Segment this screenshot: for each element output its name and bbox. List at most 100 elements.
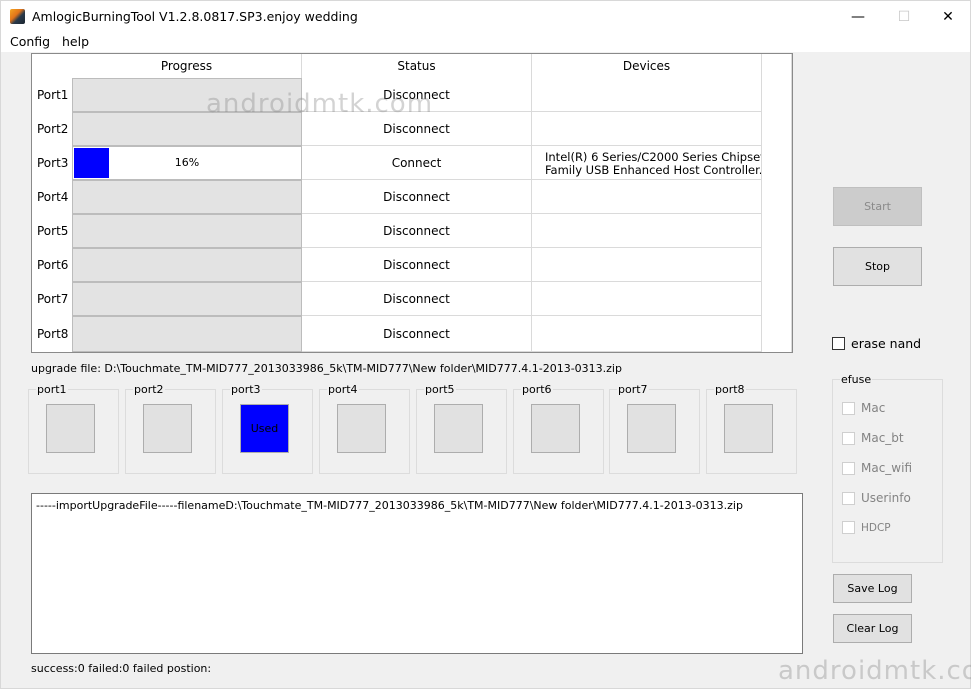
progress-bar [72, 316, 302, 352]
efuse-userinfo-label: Userinfo [861, 491, 911, 505]
port-row: Port7 Disconnect [32, 282, 762, 316]
progress-bar [72, 214, 302, 248]
port-box-2: port2 [125, 383, 216, 474]
efuse-mac-wifi-label: Mac_wifi [861, 461, 913, 475]
close-button[interactable]: ✕ [925, 1, 971, 32]
device-line: Family USB Enhanced Host Controller... [545, 163, 762, 177]
window-title: AmlogicBurningTool V1.2.8.0817.SP3.enjoy… [32, 9, 358, 24]
start-button[interactable]: Start [833, 187, 922, 226]
progress-bar: 16% [72, 146, 302, 180]
progress-text [73, 249, 301, 281]
device-cell [532, 180, 762, 214]
stop-button[interactable]: Stop [833, 247, 922, 286]
port-box-label: port3 [230, 383, 262, 396]
device-cell [532, 78, 762, 112]
checkbox-icon [832, 337, 845, 350]
maximize-button[interactable]: ☐ [881, 1, 927, 32]
clear-log-button[interactable]: Clear Log [833, 614, 912, 643]
status-cell: Disconnect [302, 316, 532, 352]
erase-nand-checkbox[interactable]: erase nand [832, 336, 921, 351]
efuse-mac-wifi-checkbox[interactable]: Mac_wifi [842, 461, 912, 475]
device-cell [532, 112, 762, 146]
port-label: Port4 [37, 190, 69, 204]
port-row: Port6 Disconnect [32, 248, 762, 282]
port-box-label: port4 [327, 383, 359, 396]
port-status-indicator [531, 404, 580, 453]
efuse-mac-checkbox[interactable]: Mac [842, 401, 885, 415]
port-box-label: port8 [714, 383, 746, 396]
port-box-1: port1 [28, 383, 119, 474]
menu-help[interactable]: help [62, 34, 89, 49]
efuse-mac-bt-label: Mac_bt [861, 431, 904, 445]
port-status-indicator [46, 404, 95, 453]
port-row: Port3 16% Connect Intel(R) 6 Series/C2000 S… [32, 146, 762, 180]
port-box-label: port2 [133, 383, 165, 396]
title-bar: AmlogicBurningTool V1.2.8.0817.SP3.enjoy… [1, 1, 970, 32]
efuse-hdcp-checkbox[interactable]: HDCP [842, 521, 891, 534]
port-status-indicator [434, 404, 483, 453]
checkbox-icon [842, 491, 855, 505]
efuse-title: efuse [840, 373, 873, 386]
port-status-indicator [724, 404, 773, 453]
watermark: androidmtk.com [206, 89, 434, 119]
device-cell [532, 316, 762, 352]
port-status-indicator [627, 404, 676, 453]
port-label: Port5 [37, 224, 69, 238]
menu-bar: Config help [1, 32, 970, 52]
port-box-6: port6 [513, 383, 604, 474]
port-box-4: port4 [319, 383, 410, 474]
port-row: Port5 Disconnect [32, 214, 762, 248]
port-status-indicator [337, 404, 386, 453]
port-row: Port8 Disconnect [32, 316, 762, 352]
device-cell [532, 214, 762, 248]
progress-text: 16% [174, 156, 200, 169]
port-label: Port2 [37, 122, 69, 136]
header-devices: Devices [532, 54, 762, 78]
progress-text [73, 283, 301, 315]
erase-nand-label: erase nand [851, 336, 922, 351]
minimize-button[interactable]: — [835, 1, 881, 32]
port-box-label: port6 [521, 383, 553, 396]
progress-text [73, 215, 301, 247]
header-blank [762, 54, 792, 352]
efuse-hdcp-label: HDCP [861, 521, 891, 534]
status-cell: Disconnect [302, 214, 532, 248]
efuse-userinfo-checkbox[interactable]: Userinfo [842, 491, 911, 505]
app-window: AmlogicBurningTool V1.2.8.0817.SP3.enjoy… [0, 0, 971, 689]
progress-text [73, 317, 301, 351]
upgrade-file-path: upgrade file: D:\Touchmate_TM-MID777_201… [31, 362, 622, 375]
efuse-group: efuse Mac Mac_bt Mac_wifi Userinfo HDCP [832, 373, 943, 563]
status-cell: Connect [302, 146, 532, 180]
progress-bar [72, 248, 302, 282]
port-box-3: port3 Used [222, 383, 313, 474]
efuse-mac-label: Mac [861, 401, 886, 415]
log-textarea[interactable]: -----importUpgradeFile-----filenameD:\To… [31, 493, 803, 654]
menu-config[interactable]: Config [10, 34, 50, 49]
port-label: Port6 [37, 258, 69, 272]
checkbox-icon [842, 521, 855, 534]
checkbox-icon [842, 401, 855, 415]
save-log-button[interactable]: Save Log [833, 574, 912, 603]
device-cell [532, 248, 762, 282]
device-cell [532, 282, 762, 316]
port-label: Port7 [37, 292, 69, 306]
progress-text [73, 181, 301, 213]
log-line: -----importUpgradeFile-----filenameD:\To… [36, 499, 743, 512]
port-label: Port8 [37, 327, 69, 341]
port-box-label: port1 [36, 383, 68, 396]
port-box-label: port7 [617, 383, 649, 396]
stats-text: success:0 failed:0 failed postion: [31, 662, 212, 675]
port-label: Port3 [37, 156, 69, 170]
app-icon [10, 9, 25, 24]
status-cell: Disconnect [302, 282, 532, 316]
checkbox-icon [842, 461, 855, 475]
port-box-8: port8 [706, 383, 797, 474]
progress-bar [72, 282, 302, 316]
port-box-7: port7 [609, 383, 700, 474]
port-row: Port4 Disconnect [32, 180, 762, 214]
progress-bar [72, 180, 302, 214]
efuse-mac-bt-checkbox[interactable]: Mac_bt [842, 431, 904, 445]
checkbox-icon [842, 431, 855, 445]
header-progress: Progress [72, 54, 302, 78]
port-label: Port1 [37, 88, 69, 102]
